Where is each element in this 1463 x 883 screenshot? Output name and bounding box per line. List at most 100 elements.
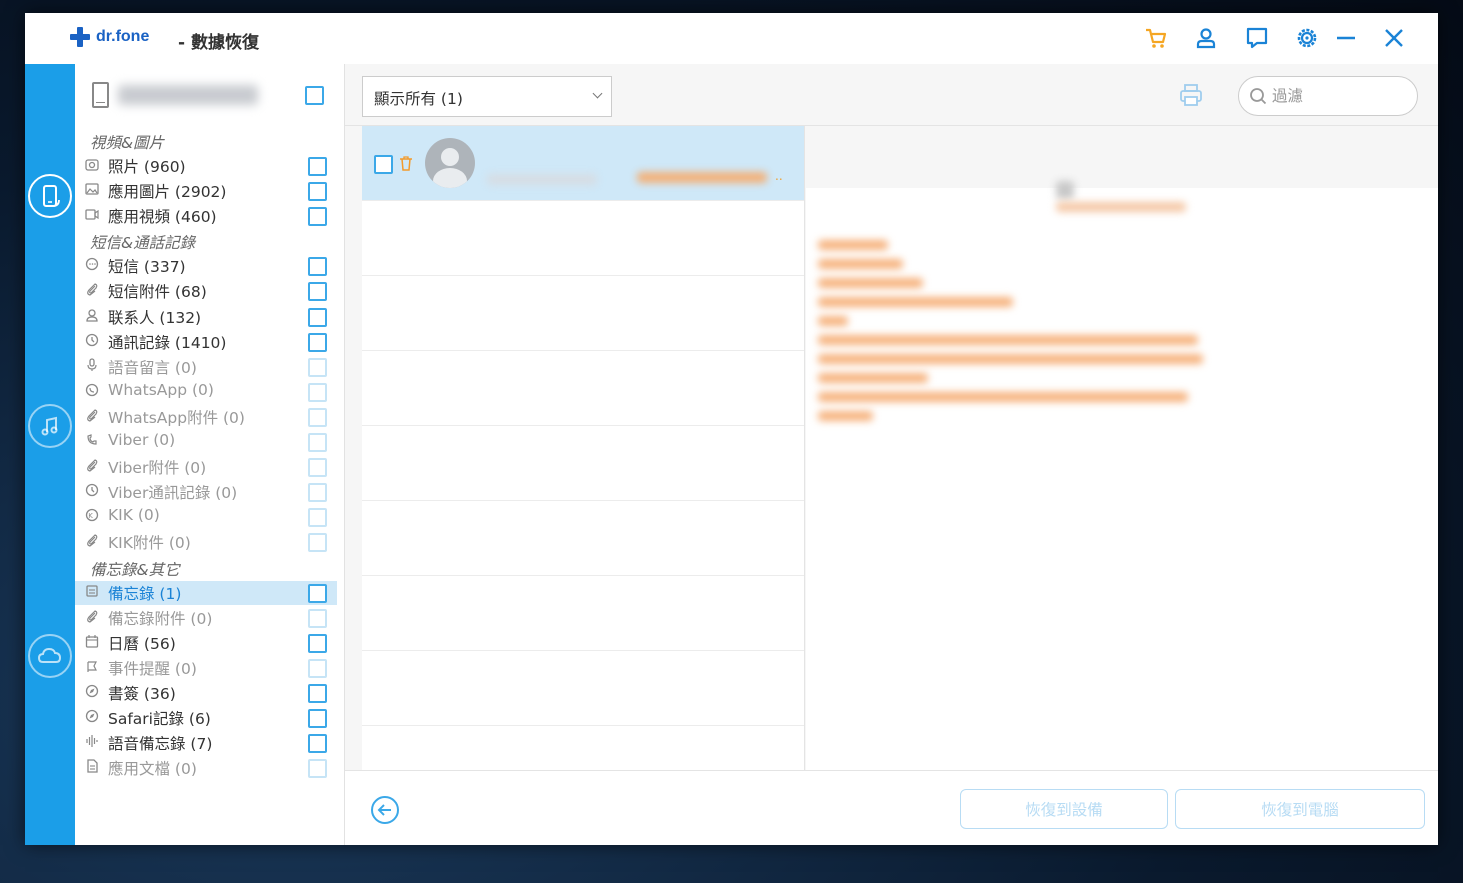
category-item[interactable]: 應用視頻 (460) bbox=[75, 204, 337, 228]
icloud-recovery-icon[interactable] bbox=[28, 634, 72, 678]
category-item[interactable]: 備忘錄 (1) bbox=[75, 580, 337, 605]
waveform-icon bbox=[86, 735, 98, 748]
category-checkbox[interactable] bbox=[308, 483, 327, 503]
device-recovery-icon[interactable] bbox=[28, 174, 72, 218]
list-row[interactable]: .. bbox=[362, 126, 804, 201]
recover-to-device-button[interactable]: 恢復到設備 bbox=[960, 789, 1168, 829]
category-item[interactable]: KIK附件 (0) bbox=[75, 530, 337, 554]
category-item[interactable]: WhatsApp附件 (0) bbox=[75, 405, 337, 429]
minimize-icon[interactable] bbox=[1332, 24, 1360, 52]
category-checkbox[interactable] bbox=[308, 282, 327, 302]
preview-title-redacted bbox=[1056, 202, 1186, 212]
category-checkbox[interactable] bbox=[308, 683, 327, 703]
filter-dropdown[interactable]: 顯示所有 (1) bbox=[362, 76, 612, 117]
category-checkbox[interactable] bbox=[308, 407, 327, 427]
cart-icon[interactable] bbox=[1142, 24, 1170, 52]
back-button[interactable] bbox=[371, 796, 399, 824]
category-checkbox[interactable] bbox=[308, 307, 327, 327]
chevron-down-icon bbox=[592, 88, 603, 99]
close-icon[interactable] bbox=[1380, 24, 1408, 52]
category-checkbox[interactable] bbox=[308, 508, 327, 528]
search-icon bbox=[1249, 87, 1267, 109]
user-icon[interactable] bbox=[1192, 24, 1220, 52]
category-checkbox[interactable] bbox=[308, 709, 327, 728]
recover-to-computer-button[interactable]: 恢復到電腦 bbox=[1175, 789, 1425, 829]
app-window: dr.fone - 數據恢復 視頻&圖片 照片 (960) 應用圖片 (2902… bbox=[25, 13, 1438, 845]
category-item[interactable]: Viber附件 (0) bbox=[75, 455, 337, 479]
category-checkbox[interactable] bbox=[308, 257, 327, 277]
category-checkbox[interactable] bbox=[308, 207, 327, 227]
content-toolbar: 顯示所有 (1) bbox=[345, 64, 1438, 126]
row-checkbox[interactable] bbox=[374, 155, 393, 174]
drfone-logo: dr.fone bbox=[70, 27, 149, 47]
preview-text-redacted bbox=[818, 316, 848, 326]
section-header: 備忘錄&其它 bbox=[90, 560, 180, 579]
list-row bbox=[362, 501, 804, 576]
preview-text-redacted bbox=[818, 411, 873, 421]
search-input[interactable] bbox=[1272, 85, 1407, 107]
ellipsis: .. bbox=[775, 169, 783, 183]
preview-text-redacted bbox=[818, 259, 903, 269]
category-checkbox[interactable] bbox=[308, 658, 327, 678]
category-item[interactable]: 短信 (337) bbox=[75, 254, 337, 278]
category-checkbox[interactable] bbox=[308, 382, 327, 402]
camera-icon bbox=[85, 159, 99, 171]
category-checkbox[interactable] bbox=[308, 332, 327, 352]
preview-text-redacted bbox=[818, 354, 1203, 364]
category-item[interactable]: Viber通訊記錄 (0) bbox=[75, 480, 337, 504]
calendar-icon bbox=[85, 634, 99, 648]
filter-value: 顯示所有 (1) bbox=[374, 90, 463, 108]
feedback-icon[interactable] bbox=[1243, 24, 1271, 52]
category-checkbox[interactable] bbox=[308, 458, 327, 478]
select-all-checkbox[interactable] bbox=[305, 86, 324, 105]
category-item[interactable]: 語音備忘錄 (7) bbox=[75, 731, 337, 755]
attachment-icon bbox=[87, 534, 98, 548]
left-rail bbox=[25, 64, 75, 845]
svg-text:K: K bbox=[88, 512, 93, 520]
attachment-icon bbox=[87, 609, 98, 623]
category-checkbox[interactable] bbox=[308, 433, 327, 452]
category-item[interactable]: 語音留言 (0) bbox=[75, 355, 337, 379]
category-label: 日曆 (56) bbox=[108, 634, 176, 653]
category-checkbox[interactable] bbox=[308, 182, 327, 202]
category-item[interactable]: K KIK (0) bbox=[75, 505, 337, 529]
list-row bbox=[362, 651, 804, 726]
category-checkbox[interactable] bbox=[308, 533, 327, 553]
category-item[interactable]: 應用圖片 (2902) bbox=[75, 179, 337, 203]
category-label: Safari記錄 (6) bbox=[108, 710, 211, 728]
category-item[interactable]: 應用文檔 (0) bbox=[75, 756, 337, 780]
category-checkbox[interactable] bbox=[308, 608, 327, 628]
category-checkbox[interactable] bbox=[308, 157, 327, 176]
avatar bbox=[425, 138, 475, 188]
settings-icon[interactable] bbox=[1293, 24, 1321, 52]
category-item[interactable]: 短信附件 (68) bbox=[75, 279, 337, 303]
category-item[interactable]: 通訊記錄 (1410) bbox=[75, 330, 337, 354]
category-item[interactable]: 日曆 (56) bbox=[75, 631, 337, 655]
bottom-bar: 恢復到設備 恢復到電腦 bbox=[345, 770, 1438, 845]
category-item[interactable]: 備忘錄附件 (0) bbox=[75, 606, 337, 630]
preview-text-redacted bbox=[818, 335, 1198, 345]
category-checkbox[interactable] bbox=[308, 357, 327, 377]
category-item[interactable]: 照片 (960) bbox=[75, 154, 337, 178]
category-item[interactable]: Safari記錄 (6) bbox=[75, 706, 337, 730]
category-item[interactable]: WhatsApp (0) bbox=[75, 380, 337, 404]
printer-icon[interactable] bbox=[1178, 82, 1204, 108]
category-checkbox[interactable] bbox=[308, 734, 327, 754]
contact-icon bbox=[86, 308, 98, 322]
category-checkbox[interactable] bbox=[308, 759, 327, 779]
category-item[interactable]: 联系人 (132) bbox=[75, 305, 337, 329]
category-label: 通訊記錄 (1410) bbox=[108, 333, 227, 352]
category-checkbox[interactable] bbox=[308, 633, 327, 653]
list-row bbox=[362, 576, 804, 651]
phone-icon bbox=[92, 82, 109, 108]
category-item[interactable]: 書簽 (36) bbox=[75, 681, 337, 705]
category-item[interactable]: 事件提醒 (0) bbox=[75, 656, 337, 680]
section-header: 短信&通話記錄 bbox=[90, 234, 196, 253]
category-checkbox[interactable] bbox=[308, 583, 327, 603]
itunes-recovery-icon[interactable] bbox=[28, 404, 72, 448]
category-label: Viber通訊記錄 (0) bbox=[108, 484, 238, 503]
list-row bbox=[362, 351, 804, 426]
preview-icon-redacted bbox=[1056, 181, 1074, 199]
device-name-redacted bbox=[118, 85, 258, 105]
category-item[interactable]: Viber (0) bbox=[75, 430, 337, 454]
